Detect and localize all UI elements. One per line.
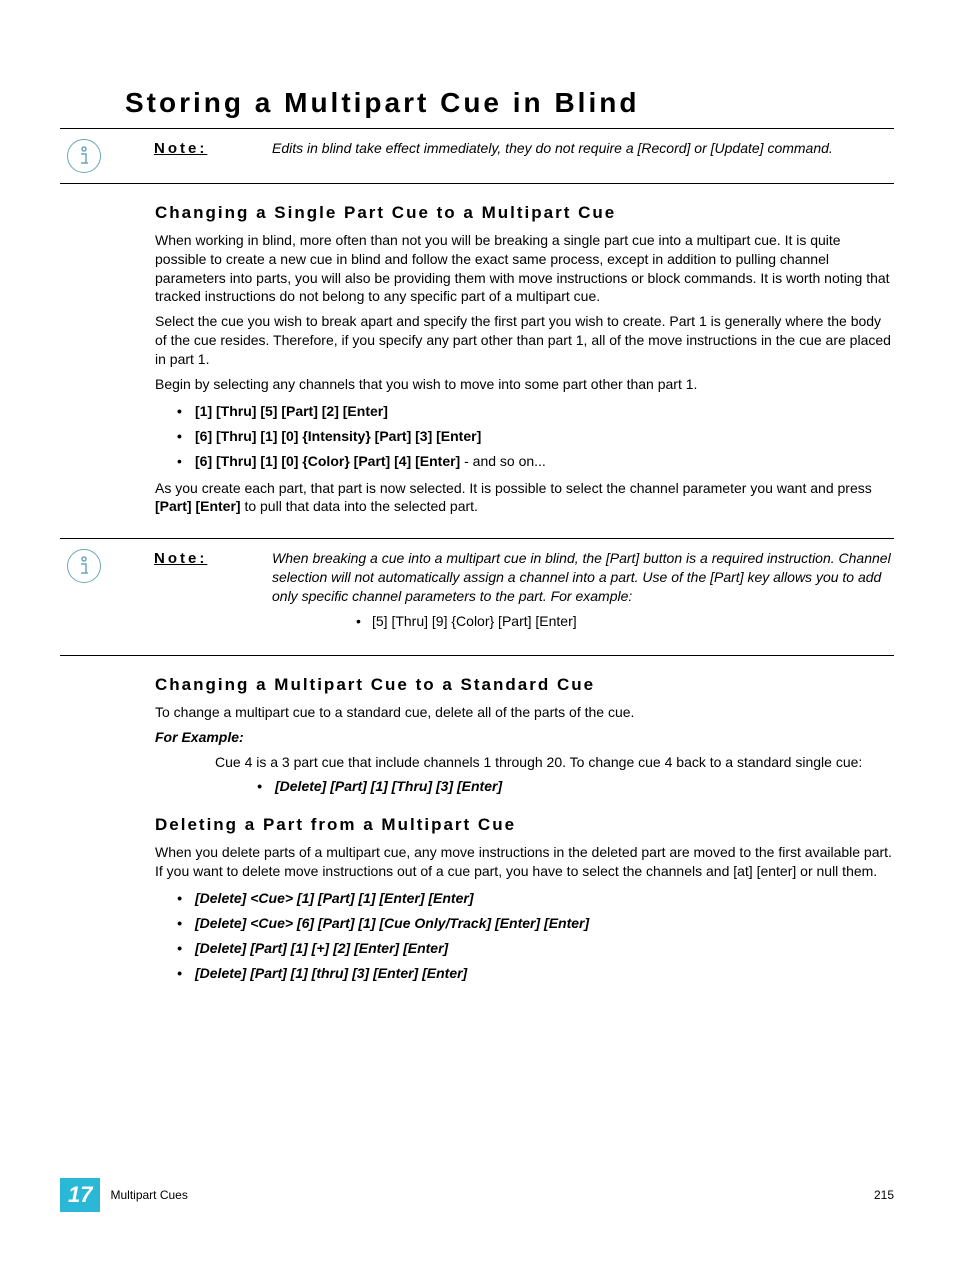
body-text: To change a multipart cue to a standard …	[155, 703, 894, 722]
chapter-number: 17	[60, 1178, 100, 1212]
footer-section: Multipart Cues	[110, 1187, 187, 1203]
list-item: [Delete] [Part] [1] [Thru] [3] [Enter]	[275, 777, 884, 796]
section-heading: Deleting a Part from a Multipart Cue	[155, 814, 894, 837]
note-label: Note:	[154, 549, 272, 606]
list-item: [1] [Thru] [5] [Part] [2] [Enter]	[195, 402, 894, 421]
list-item: •[5] [Thru] [9] {Color} [Part] [Enter]	[372, 612, 894, 631]
page-number: 215	[874, 1187, 894, 1203]
section-heading: Changing a Multipart Cue to a Standard C…	[155, 674, 894, 697]
page-footer: 17 Multipart Cues 215	[60, 1178, 894, 1212]
section-heading: Changing a Single Part Cue to a Multipar…	[155, 202, 894, 225]
list-item: [6] [Thru] [1] [0] {Intensity} [Part] [3…	[195, 427, 894, 446]
note-text: Edits in blind take effect immediately, …	[272, 139, 894, 159]
example-label: For Example:	[155, 728, 894, 747]
note-block-1: Note: Edits in blind take effect immedia…	[60, 128, 894, 184]
info-icon	[67, 139, 101, 173]
page-title: Storing a Multipart Cue in Blind	[125, 84, 894, 122]
note-text: When breaking a cue into a multipart cue…	[272, 549, 894, 606]
list-item: [Delete] [Part] [1] [thru] [3] [Enter] […	[195, 964, 894, 983]
list-item: [Delete] [Part] [1] [+] [2] [Enter] [Ent…	[195, 939, 894, 958]
list-item: [Delete] <Cue> [6] [Part] [1] [Cue Only/…	[195, 914, 894, 933]
list-item: [Delete] <Cue> [1] [Part] [1] [Enter] [E…	[195, 889, 894, 908]
body-text: When you delete parts of a multipart cue…	[155, 843, 894, 881]
body-text: Begin by selecting any channels that you…	[155, 375, 894, 394]
note-block-2: Note: When breaking a cue into a multipa…	[60, 538, 894, 656]
note-label: Note:	[154, 139, 272, 159]
body-text: As you create each part, that part is no…	[155, 479, 894, 517]
list-item: [6] [Thru] [1] [0] {Color} [Part] [4] [E…	[195, 452, 894, 471]
body-text: When working in blind, more often than n…	[155, 231, 894, 307]
example-text: Cue 4 is a 3 part cue that include chann…	[215, 753, 884, 772]
info-icon	[67, 549, 101, 583]
body-text: Select the cue you wish to break apart a…	[155, 312, 894, 369]
